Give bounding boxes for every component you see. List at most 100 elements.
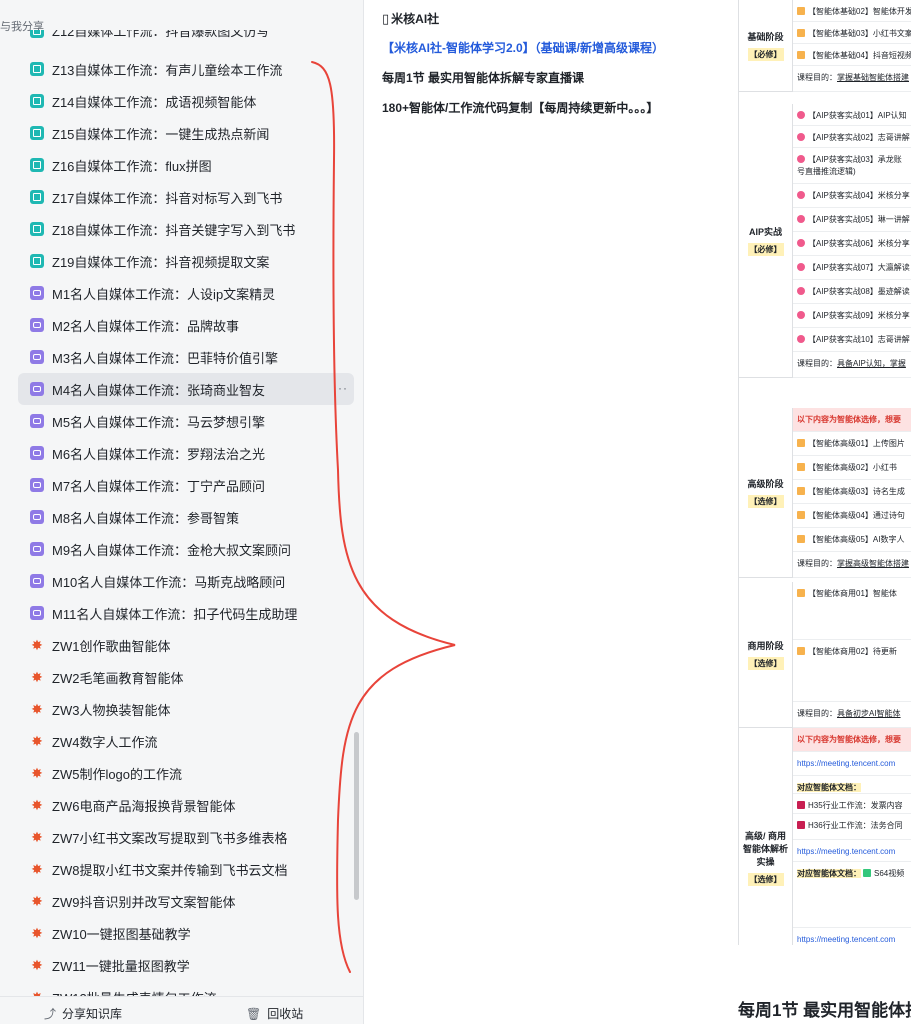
doc-link-icon [797,133,805,141]
sidebar-item[interactable]: Z19自媒体工作流：抖音视频提取文案 [18,245,354,277]
sidebar-item[interactable]: M4名人自媒体工作流：张琦商业智友 ·· [18,373,354,405]
sidebar-item[interactable]: M3名人自媒体工作流：巴菲特价值引擎 [18,341,354,373]
course-row[interactable]: 【智能体商用01】智能体 [793,582,911,640]
sidebar-item[interactable]: M8名人自媒体工作流：参哥智策 [18,501,354,533]
course-row[interactable]: 【AIP获客实战08】墨迹解读 [793,280,911,304]
course-row[interactable]: https://meeting.tencent.com [793,928,911,945]
course-title[interactable]: 【AIP获客实战06】米核分享 [808,239,910,248]
sidebar-item[interactable]: M10名人自媒体工作流：马斯克战略顾问 [18,565,354,597]
course-row[interactable]: 【AIP获客实战05】琳一讲解 [793,208,911,232]
course-title[interactable]: 【智能体基础04】抖音短视频 [808,51,911,60]
course-row[interactable]: 【AIP获客实战06】米核分享 [793,232,911,256]
course-title[interactable]: 【AIP获客实战08】墨迹解读 [808,287,910,296]
course-title[interactable]: 【AIP获客实战10】志哥讲解 [808,335,910,344]
course-row[interactable]: 【AIP获客实战03】承龙账号直播推流逻辑) [793,148,911,184]
goal-prefix: 课程目的： [797,359,837,368]
course-title[interactable]: 【AIP获客实战04】米核分享 [808,191,910,200]
sidebar-item[interactable]: M1名人自媒体工作流：人设ip文案精灵 [18,277,354,309]
course-row[interactable]: 【智能体基础04】抖音短视频 [793,44,911,66]
sidebar-item[interactable]: ✸ ZW8提取小红书文案并传输到飞书云文档 [18,853,354,885]
sidebar-item-label: M3名人自媒体工作流：巴菲特价值引擎 [52,350,279,366]
sidebar-item[interactable]: ✸ ZW6电商产品海报换背景智能体 [18,789,354,821]
course-row[interactable]: https://meeting.tencent.com [793,840,911,862]
course-title[interactable]: 【AIP获客实战01】AIP认知 [808,111,907,120]
course-title[interactable]: 【智能体商用02】待更新 [808,647,897,656]
sidebar-item[interactable]: ✸ ZW11一键批量抠图教学 [18,949,354,981]
course-row[interactable]: 【AIP获客实战02】志哥讲解 [793,126,911,148]
course-title[interactable]: 【智能体基础03】小红书文案 [808,29,911,38]
sidebar-item[interactable]: ✸ ZW9抖音识别并改写文案智能体 [18,885,354,917]
course-row[interactable]: H36行业工作流：法务合同 [793,814,911,840]
sidebar-item[interactable]: M7名人自媒体工作流：丁宁产品顾问 [18,469,354,501]
course-title[interactable]: 【智能体高级03】诗名生成 [808,487,905,496]
course-title[interactable]: 【AIP获客实战07】大瀛解读 [808,263,910,272]
camera-icon [30,510,44,524]
sidebar-item[interactable]: ✸ ZW1创作歌曲智能体 [18,629,354,661]
sidebar-item[interactable]: M9名人自媒体工作流：金枪大叔文案顾问 [18,533,354,565]
sidebar-item[interactable]: ✸ ZW5制作logo的工作流 [18,757,354,789]
sidebar-item[interactable]: ✸ ZW3人物换装智能体 [18,693,354,725]
sidebar-item[interactable]: Z18自媒体工作流：抖音关键字写入到飞书 [18,213,354,245]
sidebar-item[interactable]: Z14自媒体工作流：成语视频智能体 [18,85,354,117]
course-row[interactable]: 【AIP获客实战10】志哥讲解 [793,328,911,352]
course-row[interactable]: 【智能体商用02】待更新 [793,640,911,702]
sidebar-item[interactable]: ✸ ZW7小红书文案改写提取到飞书多维表格 [18,821,354,853]
sidebar-item[interactable]: Z15自媒体工作流：一键生成热点新闻 [18,117,354,149]
more-options-icon[interactable]: ·· [338,381,348,395]
course-row[interactable]: 【AIP获客实战09】米核分享 [793,304,911,328]
sidebar-item-partial[interactable]: Z12自媒体工作流：抖音爆款图文仿写 [30,30,360,48]
sidebar-item[interactable]: M2名人自媒体工作流：品牌故事 [18,309,354,341]
trash-label: 回收站 [267,1007,304,1021]
course-row[interactable]: https://meeting.tencent.com [793,752,911,776]
course-title[interactable]: 【智能体高级02】小红书 [808,463,897,472]
share-knowledge-base-button[interactable]: ⤴ 分享知识库 [44,1005,122,1022]
course-row[interactable]: 【智能体高级02】小红书 [793,456,911,480]
stage-cell: 基础阶段 【必修】 [739,0,793,91]
sidebar-item[interactable]: ✸ ZW10一键抠图基础教学 [18,917,354,949]
course-row[interactable]: 【智能体高级05】AI数字人 [793,528,911,552]
doc-ref-title[interactable]: S64视频 [874,869,904,878]
sidebar-item[interactable]: M11名人自媒体工作流：扣子代码生成助理 [18,597,354,629]
course-title[interactable]: 【AIP获客实战03】承龙账号直播推流逻辑) [797,155,902,176]
course-title[interactable]: 【智能体商用01】智能体 [808,589,897,598]
course-row[interactable]: 【AIP获客实战07】大瀛解读 [793,256,911,280]
sidebar-item[interactable]: Z17自媒体工作流：抖音对标写入到飞书 [18,181,354,213]
doc-link-icon [797,647,805,655]
sidebar-item[interactable]: ✸ ZW2毛笔画教育智能体 [18,661,354,693]
meeting-link[interactable]: https://meeting.tencent.com [797,759,895,768]
course-row: 对应智能体文档： S64视频 [793,862,911,928]
recycle-bin-button[interactable]: 🗑 回收站 [246,1005,303,1022]
meeting-link[interactable]: https://meeting.tencent.com [797,847,895,856]
sidebar-item[interactable]: ✸ ZW4数字人工作流 [18,725,354,757]
course-row[interactable]: 【AIP获客实战01】AIP认知 [793,104,911,126]
course-row[interactable]: 【智能体基础02】智能体开发 [793,0,911,22]
sidebar-item[interactable]: Z16自媒体工作流：flux拼图 [18,149,354,181]
course-title[interactable]: 【智能体高级01】上传图片 [808,439,905,448]
course-title[interactable]: 【智能体高级05】AI数字人 [808,535,904,544]
course-title[interactable]: H35行业工作流：发票内容 [808,801,903,810]
intro-line-2: 180+智能体/工作流代码复制【每周持续更新中。。。】 [382,101,659,115]
goal-prefix: 课程目的： [797,709,837,718]
course-row[interactable]: 【AIP获客实战04】米核分享 [793,184,911,208]
course-title[interactable]: H36行业工作流：法务合同 [808,821,903,830]
explosion-icon: ✸ [31,925,43,941]
course-title[interactable]: 【智能体高级04】通过诗句 [808,511,905,520]
explosion-icon: ✸ [31,893,43,909]
course-title[interactable]: 【AIP获客实战09】米核分享 [808,311,910,320]
course-row[interactable]: 【智能体高级01】上传图片 [793,432,911,456]
course-title[interactable]: 【AIP获客实战05】琳一讲解 [808,215,910,224]
doc-icon [30,94,44,108]
course-title[interactable]: 【智能体基础02】智能体开发 [808,7,911,16]
sidebar-scrollbar[interactable] [354,732,359,900]
sidebar-item[interactable]: M6名人自媒体工作流：罗翔法治之光 [18,437,354,469]
course-title[interactable]: 【AIP获客实战02】志哥讲解 [808,133,910,142]
course-row[interactable]: 【智能体基础03】小红书文案 [793,22,911,44]
course-row[interactable]: H35行业工作流：发票内容 [793,794,911,814]
course-row[interactable]: 【智能体高级04】通过诗句 [793,504,911,528]
course-link[interactable]: 【米核AI社-智能体学习2.0】（基础课/新增高级课程） [382,39,682,56]
course-row[interactable]: 【智能体高级03】诗名生成 [793,480,911,504]
stage-cell: 高级/ 商用智能体解析实操 【选修】 [739,728,793,945]
sidebar-item[interactable]: M5名人自媒体工作流：马云梦想引擎 [18,405,354,437]
sidebar-item[interactable]: Z13自媒体工作流：有声儿童绘本工作流 [18,53,354,85]
meeting-link[interactable]: https://meeting.tencent.com [797,935,895,944]
